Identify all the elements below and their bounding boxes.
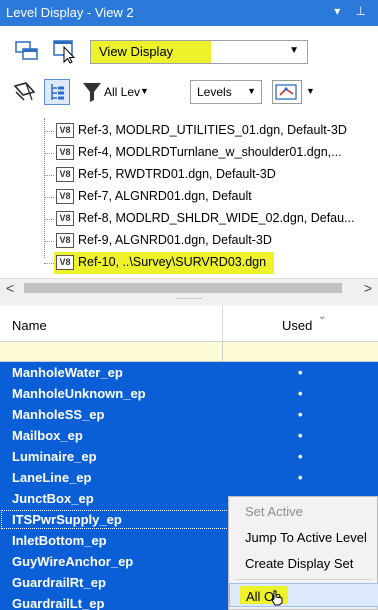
table-row[interactable]: ManholeWater_ep • xyxy=(0,362,378,383)
chevron-down-icon[interactable]: ▼ xyxy=(306,86,315,96)
scroll-right-icon[interactable]: > xyxy=(364,280,372,296)
title-bar: Level Display - View 2 ▾ ⊥ xyxy=(0,0,378,26)
column-header-used[interactable]: Used xyxy=(282,318,312,333)
level-name: ManholeWater_ep xyxy=(12,365,123,380)
tree-item-label: Ref-9, ALGNRD01.dgn, Default-3D xyxy=(78,233,272,247)
table-row[interactable]: ManholeUnknown_ep • xyxy=(0,383,378,404)
all-levels-filter[interactable]: All Lev xyxy=(104,85,140,99)
level-name: ITSPwrSupply_ep xyxy=(12,512,122,527)
tree-item-ref-9[interactable]: V8 Ref-9, ALGNRD01.dgn, Default-3D xyxy=(44,230,378,252)
window-controls[interactable]: ▾ ⊥ xyxy=(334,4,372,18)
tree-item-ref-4[interactable]: V8 Ref-4, MODLRDTurnlane_w_shoulder01.dg… xyxy=(44,142,378,164)
window-title: Level Display - View 2 xyxy=(6,5,134,20)
column-divider[interactable] xyxy=(222,306,223,342)
level-name: GuardrailRt_ep xyxy=(12,575,106,590)
level-name: ManholeSS_ep xyxy=(12,407,105,422)
view-display-dropdown[interactable]: View Display ▼ xyxy=(90,40,308,64)
filter-row[interactable] xyxy=(0,342,378,362)
table-row[interactable]: LaneLine_ep • xyxy=(0,467,378,488)
chevron-down-icon[interactable]: ▼ xyxy=(140,86,149,96)
level-name: JunctBox_ep xyxy=(12,491,94,506)
menu-item-label: Jump To Active Level xyxy=(245,530,367,545)
v8-file-icon: V8 xyxy=(56,211,74,226)
table-row[interactable]: Mailbox_ep • xyxy=(0,425,378,446)
level-name: LaneLine_ep xyxy=(12,470,92,485)
level-list-header: Name Used ⌄ xyxy=(0,306,378,342)
column-divider xyxy=(222,342,223,362)
tree-item-label: Ref-10, ..\Survey\SURVRD03.dgn xyxy=(78,255,267,269)
level-used-indicator: • xyxy=(298,407,303,422)
menu-separator xyxy=(237,579,371,580)
menu-item-create-display-set[interactable]: Create Display Set xyxy=(229,551,378,575)
scroll-thumb[interactable] xyxy=(24,283,342,293)
select-view-icon[interactable] xyxy=(52,38,78,64)
tree-item-ref-7[interactable]: V8 Ref-7, ALGNRD01.dgn, Default xyxy=(44,186,378,208)
level-used-indicator: • xyxy=(298,365,303,380)
pane-splitter[interactable]: ·········· xyxy=(0,294,378,306)
table-row[interactable]: Luminaire_ep • xyxy=(0,446,378,467)
v8-file-icon: V8 xyxy=(56,167,74,182)
level-used-indicator: • xyxy=(298,470,303,485)
menu-item-all-on[interactable]: All On xyxy=(229,583,378,607)
table-row[interactable]: ManholeSS_ep • xyxy=(0,404,378,425)
tree-item-ref-3[interactable]: V8 Ref-3, MODLRD_UTILITIES_01.dgn, Defau… xyxy=(44,120,378,142)
v8-file-icon: V8 xyxy=(56,189,74,204)
chevron-down-icon: ▼ xyxy=(289,45,299,56)
tree-item-ref-10[interactable]: V8 Ref-10, ..\Survey\SURVRD03.dgn xyxy=(44,252,378,274)
v8-file-icon: V8 xyxy=(56,255,74,270)
v8-file-icon: V8 xyxy=(56,145,74,160)
level-context-menu: Set Active Jump To Active Level Create D… xyxy=(228,496,378,610)
level-name: ManholeUnknown_ep xyxy=(12,386,146,401)
levels-dropdown[interactable]: Levels ▼ xyxy=(190,80,262,104)
sort-indicator-icon: ⌄ xyxy=(318,311,327,322)
tree-item-ref-8[interactable]: V8 Ref-8, MODLRD_SHLDR_WIDE_02.dgn, Defa… xyxy=(44,208,378,230)
scroll-left-icon[interactable]: < xyxy=(6,280,14,296)
tree-view-icon[interactable] xyxy=(44,79,70,105)
level-used-indicator: • xyxy=(298,386,303,401)
hand-cursor-icon xyxy=(270,590,284,609)
level-manager-icon[interactable] xyxy=(272,80,302,104)
tree-item-ref-5[interactable]: V8 Ref-5, RWDTRD01.dgn, Default-3D xyxy=(44,164,378,186)
splitter-grip-icon: ·········· xyxy=(175,294,203,303)
tree-item-label: Ref-4, MODLRDTurnlane_w_shoulder01.dgn,.… xyxy=(78,145,342,159)
view-list-icon[interactable] xyxy=(14,39,40,65)
filter-icon[interactable] xyxy=(82,81,102,107)
view-display-value: View Display xyxy=(99,44,174,59)
v8-file-icon: V8 xyxy=(56,123,74,138)
level-name: GuyWireAnchor_ep xyxy=(12,554,134,569)
level-used-indicator: • xyxy=(298,449,303,464)
levels-dropdown-value: Levels xyxy=(197,85,232,99)
menu-item-label: Create Display Set xyxy=(245,556,354,571)
level-symbology-icon[interactable] xyxy=(12,80,38,106)
level-used-indicator: • xyxy=(298,428,303,443)
reference-tree: V8 Ref-3, MODLRD_UTILITIES_01.dgn, Defau… xyxy=(0,118,378,278)
tree-item-label: Ref-8, MODLRD_SHLDR_WIDE_02.dgn, Defau..… xyxy=(78,211,355,225)
menu-item-set-active[interactable]: Set Active xyxy=(229,499,378,523)
level-name: Luminaire_ep xyxy=(12,449,97,464)
level-name: Mailbox_ep xyxy=(12,428,83,443)
menu-item-jump-to-active-level[interactable]: Jump To Active Level xyxy=(229,525,378,549)
column-header-name[interactable]: Name xyxy=(12,318,47,333)
level-name: InletBottom_ep xyxy=(12,533,107,548)
chevron-down-icon: ▼ xyxy=(247,86,256,96)
tree-item-label: Ref-5, RWDTRD01.dgn, Default-3D xyxy=(78,167,276,181)
level-name: GuardrailLt_ep xyxy=(12,596,105,610)
menu-item-label: Set Active xyxy=(245,504,303,519)
v8-file-icon: V8 xyxy=(56,233,74,248)
tree-item-label: Ref-3, MODLRD_UTILITIES_01.dgn, Default-… xyxy=(78,123,347,137)
tree-item-label: Ref-7, ALGNRD01.dgn, Default xyxy=(78,189,252,203)
